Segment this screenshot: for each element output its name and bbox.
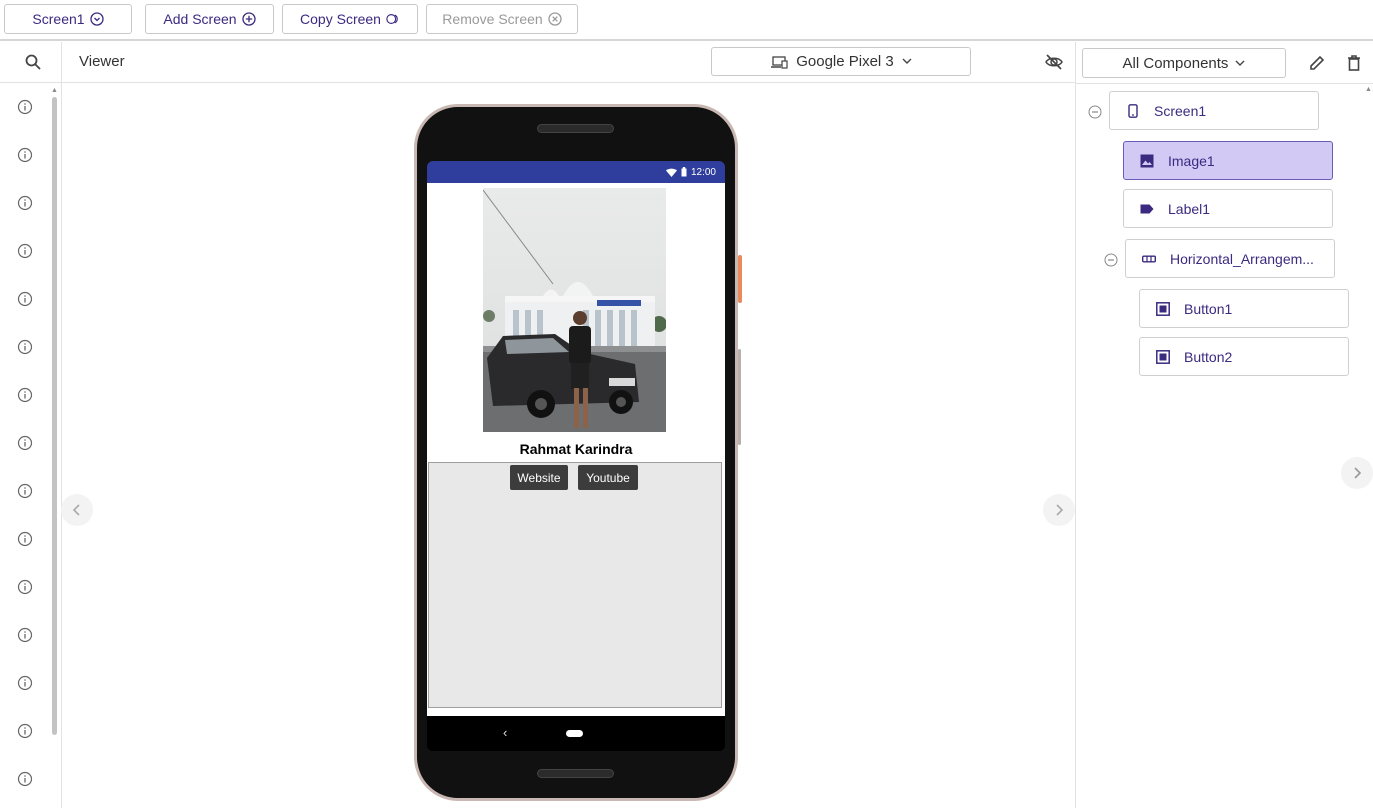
info-icon[interactable] (17, 435, 33, 451)
info-icon[interactable] (17, 387, 33, 403)
battery-icon (681, 167, 687, 177)
remove-screen-label: Remove Screen (442, 11, 543, 27)
components-panel: All Components ▲ Screen1 Image1 Label1 H… (1075, 42, 1373, 808)
screen1-preview: Rahmat Karindra Website Youtube (427, 183, 725, 716)
tree-node-label: Screen1 (1154, 102, 1207, 119)
info-icon[interactable] (17, 147, 33, 163)
button-icon (1156, 349, 1170, 364)
chevron-circle-down-icon (89, 12, 104, 26)
palette-sidebar: ▲ (0, 42, 62, 808)
info-icon[interactable] (17, 675, 33, 691)
viewer-title: Viewer (79, 53, 125, 70)
tree-node-screen1[interactable]: Screen1 (1109, 91, 1319, 130)
scroll-up-arrow-icon[interactable]: ▲ (1365, 86, 1372, 93)
wifi-icon (665, 168, 677, 177)
copy-icon (386, 14, 398, 24)
chevron-left-icon (72, 504, 80, 516)
phone-top-speaker (537, 124, 614, 133)
status-time: 12:00 (690, 166, 716, 178)
info-icon[interactable] (17, 771, 33, 787)
remove-screen-button[interactable]: Remove Screen (426, 4, 578, 34)
label1-preview: Rahmat Karindra (519, 441, 633, 457)
visibility-off-icon[interactable] (1044, 52, 1064, 72)
info-icon[interactable] (17, 291, 33, 307)
phone-mockup: 12:00 Rahmat Karindra Website Youtube ‹ (414, 104, 742, 801)
image-icon (1140, 154, 1154, 167)
button2-preview[interactable]: Youtube (578, 465, 638, 490)
info-icon[interactable] (17, 339, 33, 355)
panel-divider (1076, 83, 1373, 84)
info-icon[interactable] (17, 579, 33, 595)
image1-preview[interactable] (483, 188, 666, 432)
horizontal-arrangement-preview: Website Youtube (428, 462, 722, 708)
profile-photo-image (483, 188, 666, 432)
tree-node-label: Image1 (1168, 152, 1215, 169)
phone-volume-button (738, 349, 741, 445)
canvas-next-button[interactable] (1043, 494, 1075, 526)
components-filter-label: All Components (1122, 54, 1229, 72)
home-pill-icon (566, 730, 583, 737)
chevron-down-icon (902, 58, 912, 64)
copy-screen-label: Copy Screen (300, 11, 381, 27)
app-inventor-designer: Screen1 Add Screen Copy Screen Remove Sc… (0, 0, 1373, 808)
remove-circle-icon (548, 12, 562, 26)
add-circle-icon (241, 12, 256, 26)
tree-node-horizontal-arrangement[interactable]: Horizontal_Arrangem... (1125, 239, 1335, 278)
android-status-bar: 12:00 (427, 161, 725, 183)
tree-node-label: Button2 (1184, 348, 1233, 365)
tree-node-button1[interactable]: Button1 (1139, 289, 1349, 328)
tree-node-image1[interactable]: Image1 (1123, 141, 1333, 180)
delete-icon[interactable] (1346, 54, 1362, 72)
tree-node-label: Label1 (1168, 200, 1211, 217)
collapse-icon[interactable] (1104, 253, 1118, 267)
info-icon[interactable] (17, 99, 33, 115)
viewer-canvas: 12:00 Rahmat Karindra Website Youtube ‹ (61, 83, 1075, 808)
chevron-down-icon (1235, 60, 1245, 66)
tree-node-button2[interactable]: Button2 (1139, 337, 1349, 376)
phone-screen: 12:00 Rahmat Karindra Website Youtube ‹ (427, 161, 725, 751)
screen-toolbar: Screen1 Add Screen Copy Screen Remove Sc… (0, 0, 1373, 41)
search-icon[interactable] (24, 53, 42, 71)
android-nav-bar: ‹ (427, 716, 725, 751)
chevron-right-icon (1354, 467, 1362, 479)
info-icon[interactable] (17, 195, 33, 211)
tree-node-label: Button1 (1184, 300, 1233, 317)
back-icon: ‹ (503, 725, 508, 740)
phone-power-button (738, 255, 742, 303)
scroll-up-arrow-icon[interactable]: ▲ (51, 87, 58, 94)
add-screen-button[interactable]: Add Screen (145, 4, 274, 34)
chevron-right-icon (1056, 504, 1064, 516)
phone-icon (1128, 103, 1138, 118)
screen-select-button[interactable]: Screen1 (4, 4, 132, 34)
components-filter-select[interactable]: All Components (1082, 48, 1286, 78)
properties-expand-button[interactable] (1341, 457, 1373, 489)
device-select[interactable]: Google Pixel 3 (711, 47, 971, 76)
tree-node-label: Horizontal_Arrangem... (1170, 250, 1314, 267)
label-icon (1140, 204, 1154, 213)
info-icon[interactable] (17, 531, 33, 547)
add-screen-label: Add Screen (163, 11, 237, 27)
collapse-icon[interactable] (1088, 105, 1102, 119)
screen-select-label: Screen1 (32, 11, 85, 27)
viewer-header: Viewer Google Pixel 3 (62, 42, 1075, 83)
canvas-prev-button[interactable] (61, 494, 93, 526)
sidebar-scrollbar[interactable] (52, 97, 57, 735)
info-icon[interactable] (17, 627, 33, 643)
device-select-label: Google Pixel 3 (796, 53, 894, 70)
horizontal-arrangement-icon (1142, 255, 1156, 262)
button-icon (1156, 301, 1170, 316)
copy-screen-button[interactable]: Copy Screen (282, 4, 418, 34)
phone-bottom-speaker (537, 769, 614, 778)
button1-preview[interactable]: Website (510, 465, 568, 490)
sidebar-divider (0, 82, 62, 83)
devices-icon (771, 55, 788, 69)
info-icon[interactable] (17, 483, 33, 499)
info-icon[interactable] (17, 243, 33, 259)
info-icon[interactable] (17, 723, 33, 739)
edit-icon[interactable] (1308, 54, 1326, 72)
tree-node-label1[interactable]: Label1 (1123, 189, 1333, 228)
